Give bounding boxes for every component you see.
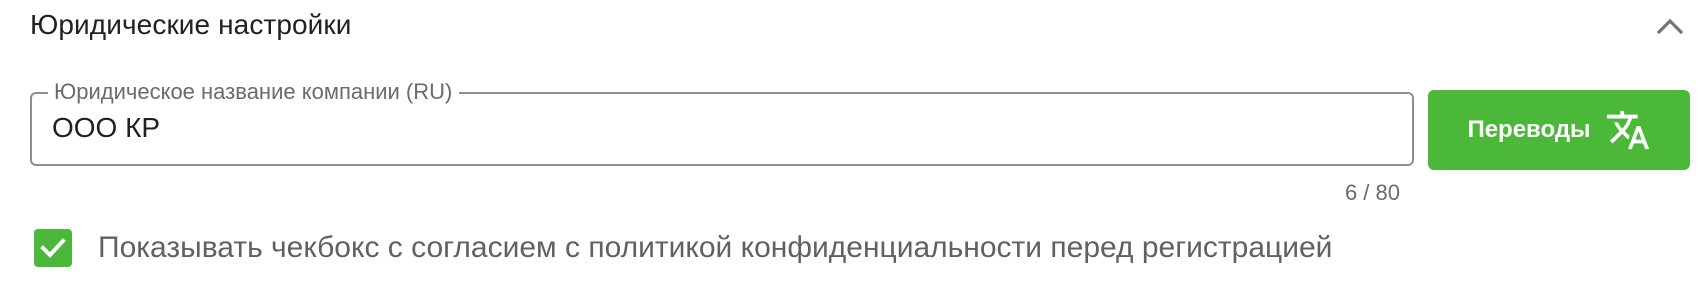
privacy-consent-option: Показывать чекбокс с согласием с политик… xyxy=(34,226,1332,270)
translate-icon xyxy=(1605,107,1651,153)
legal-company-name-field[interactable]: Юридическое название компании (RU) xyxy=(30,79,1414,166)
checkmark-icon xyxy=(40,238,66,258)
privacy-consent-checkbox[interactable] xyxy=(34,229,72,267)
privacy-consent-label: Показывать чекбокс с согласием с политик… xyxy=(98,231,1333,264)
legal-company-name-input[interactable] xyxy=(52,108,1372,148)
chevron-up-icon xyxy=(1657,18,1683,35)
character-counter: 6 / 80 xyxy=(1344,180,1400,205)
section-title: Юридические настройки xyxy=(30,9,352,40)
translations-button[interactable]: Переводы xyxy=(1428,90,1690,170)
collapse-toggle-button[interactable] xyxy=(1648,6,1692,46)
legal-company-name-label: Юридическое название компании (RU) xyxy=(48,79,460,105)
legal-settings-header: Юридические настройки xyxy=(0,0,1708,52)
translations-button-label: Переводы xyxy=(1467,116,1591,143)
